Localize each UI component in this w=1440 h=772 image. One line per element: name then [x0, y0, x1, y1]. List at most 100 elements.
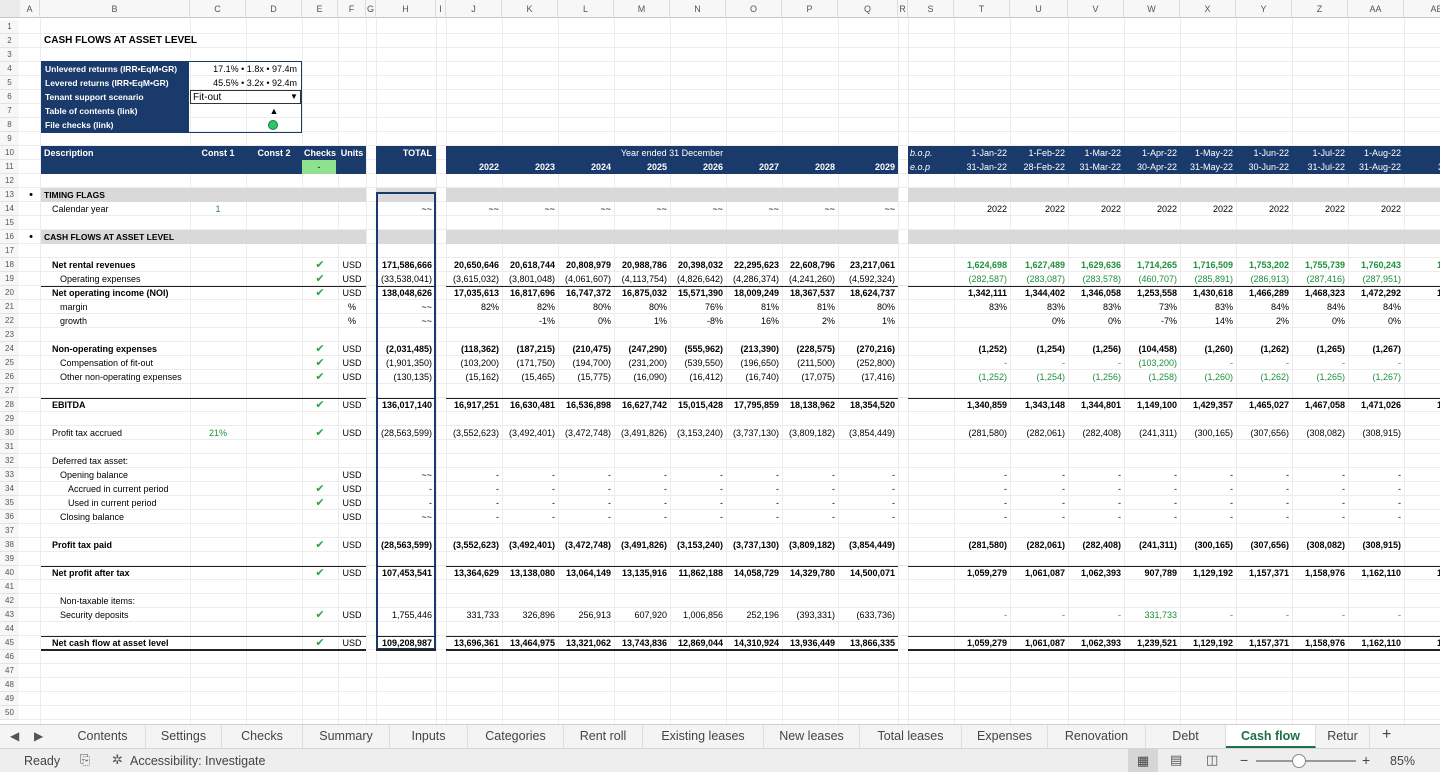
- row-header-16[interactable]: 16: [0, 230, 19, 244]
- row-header-28[interactable]: 28: [0, 398, 19, 412]
- column-header-R[interactable]: R: [898, 0, 908, 18]
- row-header-34[interactable]: 34: [0, 482, 19, 496]
- row-header-47[interactable]: 47: [0, 664, 19, 678]
- tab-new-leases[interactable]: New leases: [764, 725, 860, 748]
- row-header-15[interactable]: 15: [0, 216, 19, 230]
- row-header-30[interactable]: 30: [0, 426, 19, 440]
- column-header-F[interactable]: F: [338, 0, 366, 18]
- row-header-20[interactable]: 20: [0, 286, 19, 300]
- row-header-43[interactable]: 43: [0, 608, 19, 622]
- row-header-23[interactable]: 23: [0, 328, 19, 342]
- row-header-27[interactable]: 27: [0, 384, 19, 398]
- row-header-2[interactable]: 2: [0, 34, 19, 48]
- column-header-L[interactable]: L: [558, 0, 614, 18]
- page-layout-icon[interactable]: ▤: [1170, 752, 1182, 768]
- row-header-48[interactable]: 48: [0, 678, 19, 692]
- row-header-4[interactable]: 4: [0, 62, 19, 76]
- row-header-18[interactable]: 18: [0, 258, 19, 272]
- add-sheet-button[interactable]: +: [1382, 726, 1391, 744]
- column-header-O[interactable]: O: [726, 0, 782, 18]
- row-header-12[interactable]: 12: [0, 174, 19, 188]
- page-break-icon[interactable]: ◫: [1206, 752, 1218, 768]
- column-header-A[interactable]: A: [20, 0, 40, 18]
- row-header-32[interactable]: 32: [0, 454, 19, 468]
- spreadsheet-grid[interactable]: A B C D E F G H I J K L M N O P Q R S T U V W X Y Z AA AB 1 2 3 4 5 6 7 8 9 1…: [0, 0, 1440, 724]
- accessibility-status[interactable]: Accessibility: Investigate: [130, 754, 265, 768]
- file-check-status-icon[interactable]: [268, 120, 278, 130]
- toc-link-icon[interactable]: ▲: [190, 104, 358, 118]
- tab-retur[interactable]: Retur: [1316, 725, 1370, 748]
- tab-settings[interactable]: Settings: [146, 725, 222, 748]
- zoom-slider-thumb[interactable]: [1292, 754, 1306, 768]
- row-header-50[interactable]: 50: [0, 706, 19, 720]
- column-header-Y[interactable]: Y: [1236, 0, 1292, 18]
- column-header-S[interactable]: S: [908, 0, 954, 18]
- tab-expenses[interactable]: Expenses: [962, 725, 1048, 748]
- row-header-42[interactable]: 42: [0, 594, 19, 608]
- column-header-V[interactable]: V: [1068, 0, 1124, 18]
- row-header-7[interactable]: 7: [0, 104, 19, 118]
- accessibility-icon[interactable]: ✲: [112, 752, 123, 768]
- tab-rent-roll[interactable]: Rent roll: [564, 725, 643, 748]
- column-header-G[interactable]: G: [366, 0, 376, 18]
- zoom-in-button[interactable]: +: [1362, 752, 1370, 768]
- row-header-10[interactable]: 10: [0, 146, 19, 160]
- column-header-U[interactable]: U: [1010, 0, 1068, 18]
- normal-view-icon[interactable]: ▦: [1128, 749, 1158, 772]
- row-header-37[interactable]: 37: [0, 524, 19, 538]
- tab-checks[interactable]: Checks: [222, 725, 303, 748]
- column-header-C[interactable]: C: [190, 0, 246, 18]
- column-header-T[interactable]: T: [954, 0, 1010, 18]
- next-sheet-icon[interactable]: ▶: [34, 729, 43, 743]
- row-header-44[interactable]: 44: [0, 622, 19, 636]
- row-header-45[interactable]: 45: [0, 636, 19, 650]
- row-header-24[interactable]: 24: [0, 342, 19, 356]
- row-header-8[interactable]: 8: [0, 118, 19, 132]
- row-header-9[interactable]: 9: [0, 132, 19, 146]
- column-header-N[interactable]: N: [670, 0, 726, 18]
- zoom-level[interactable]: 85%: [1390, 754, 1415, 768]
- row-header-41[interactable]: 41: [0, 580, 19, 594]
- column-header-AB[interactable]: AB: [1404, 0, 1440, 18]
- row-header-40[interactable]: 40: [0, 566, 19, 580]
- column-header-AA[interactable]: AA: [1348, 0, 1404, 18]
- column-header-B[interactable]: B: [40, 0, 190, 18]
- row-header-25[interactable]: 25: [0, 356, 19, 370]
- row-header-46[interactable]: 46: [0, 650, 19, 664]
- column-header-Z[interactable]: Z: [1292, 0, 1348, 18]
- column-header-K[interactable]: K: [502, 0, 558, 18]
- chevron-down-icon[interactable]: ▼: [290, 92, 298, 101]
- row-header-14[interactable]: 14: [0, 202, 19, 216]
- row-header-19[interactable]: 19: [0, 272, 19, 286]
- tab-total-leases[interactable]: Total leases: [860, 725, 962, 748]
- tab-inputs[interactable]: Inputs: [390, 725, 468, 748]
- row-header-36[interactable]: 36: [0, 510, 19, 524]
- tab-cash-flow[interactable]: Cash flow: [1226, 725, 1316, 748]
- column-header-M[interactable]: M: [614, 0, 670, 18]
- tab-existing-leases[interactable]: Existing leases: [643, 725, 764, 748]
- row-header-26[interactable]: 26: [0, 370, 19, 384]
- row-header-29[interactable]: 29: [0, 412, 19, 426]
- row-header-33[interactable]: 33: [0, 468, 19, 482]
- tenant-scenario-dropdown[interactable]: Fit-out: [190, 90, 301, 104]
- column-header-D[interactable]: D: [246, 0, 302, 18]
- select-all-corner[interactable]: [0, 0, 20, 18]
- tab-debt[interactable]: Debt: [1146, 725, 1226, 748]
- tab-contents[interactable]: Contents: [60, 725, 146, 748]
- column-header-E[interactable]: E: [302, 0, 338, 18]
- column-header-Q[interactable]: Q: [838, 0, 898, 18]
- row-header-3[interactable]: 3: [0, 48, 19, 62]
- row-header-22[interactable]: 22: [0, 314, 19, 328]
- row-header-17[interactable]: 17: [0, 244, 19, 258]
- zoom-slider[interactable]: [1256, 760, 1356, 762]
- column-header-H[interactable]: H: [376, 0, 436, 18]
- row-header-13[interactable]: 13: [0, 188, 19, 202]
- macro-icon[interactable]: ⎘: [80, 752, 90, 768]
- column-header-J[interactable]: J: [446, 0, 502, 18]
- tab-renovation[interactable]: Renovation: [1048, 725, 1146, 748]
- row-header-1[interactable]: 1: [0, 20, 19, 34]
- tab-categories[interactable]: Categories: [468, 725, 564, 748]
- prev-sheet-icon[interactable]: ◀: [10, 729, 19, 743]
- zoom-out-button[interactable]: −: [1240, 752, 1248, 768]
- column-header-I[interactable]: I: [436, 0, 446, 18]
